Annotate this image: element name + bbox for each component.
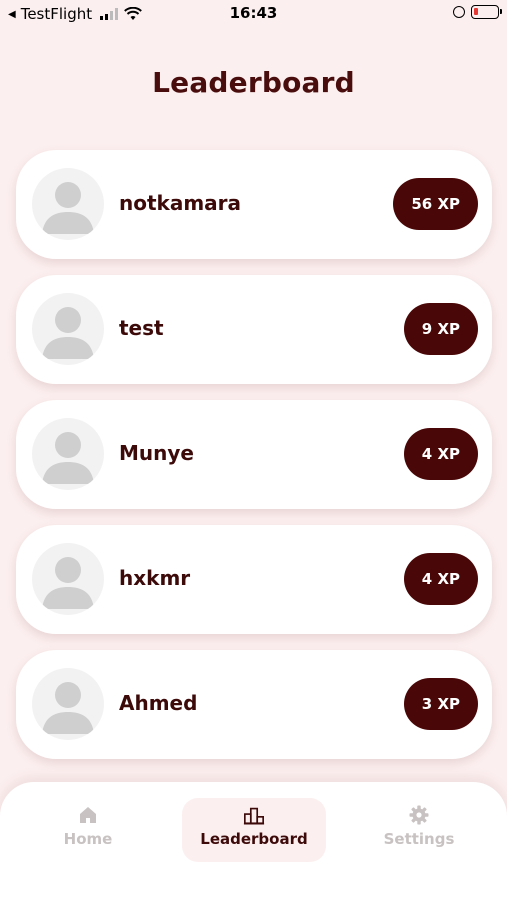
leaderboard-row[interactable]: Munye 4 XP [16,400,492,509]
nav-home[interactable]: Home [18,798,158,862]
status-right [453,5,502,19]
xp-badge: 4 XP [403,428,478,480]
nav-home-label: Home [63,830,113,848]
nav-settings[interactable]: Settings [349,798,489,862]
xp-badge: 3 XP [403,678,478,730]
leaderboard-row[interactable]: notkamara 56 XP [16,150,492,259]
avatar [32,293,104,365]
avatar [32,543,104,615]
orientation-lock-icon [453,6,465,18]
leaderboard-row[interactable]: hxkmr 4 XP [16,525,492,634]
nav-settings-label: Settings [383,830,455,848]
player-name: Munye [119,441,194,465]
xp-badge: 4 XP [403,553,478,605]
leaderboard-row[interactable]: test 9 XP [16,275,492,384]
user-placeholder-icon [42,432,94,484]
user-placeholder-icon [42,557,94,609]
gear-icon [409,805,429,825]
player-name: hxkmr [119,566,191,590]
battery-icon [471,5,502,19]
status-bar: ◀ TestFlight 16:43 [0,0,507,28]
podium-icon [243,807,265,825]
xp-badge: 9 XP [403,303,478,355]
leaderboard-row[interactable]: Ahmed 3 XP [16,650,492,759]
screen: ◀ TestFlight 16:43 Leaderboard notkamara… [0,0,507,900]
clock: 16:43 [229,4,278,22]
nav-leaderboard-label: Leaderboard [200,830,308,848]
player-name: test [119,316,164,340]
player-name: Ahmed [119,691,198,715]
avatar [32,418,104,490]
avatar [32,668,104,740]
page-title: Leaderboard [152,66,355,99]
user-placeholder-icon [42,682,94,734]
user-placeholder-icon [42,307,94,359]
avatar [32,168,104,240]
nav-leaderboard[interactable]: Leaderboard [182,798,326,862]
home-icon [80,807,96,823]
bottom-nav: Home Leaderboard Settings [0,782,507,900]
leaderboard-list: notkamara 56 XP test 9 XP Munye 4 XP hxk… [16,150,492,775]
player-name: notkamara [119,191,242,215]
xp-badge: 56 XP [393,178,478,230]
user-placeholder-icon [42,182,94,234]
